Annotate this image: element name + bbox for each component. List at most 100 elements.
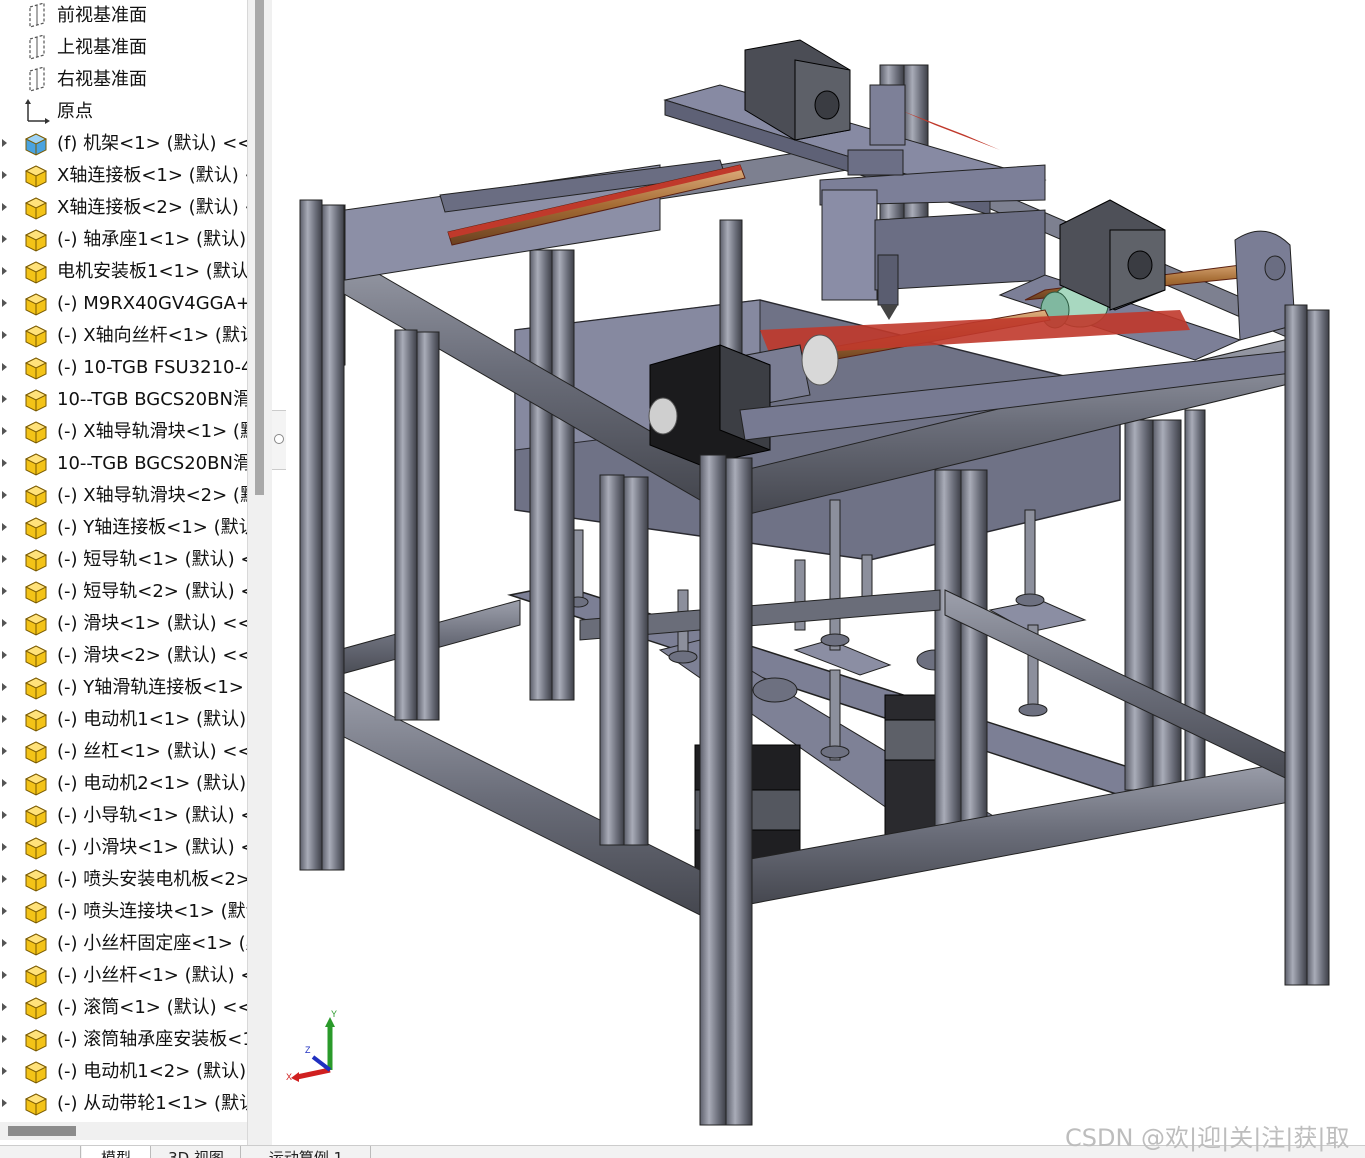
tree-item[interactable]: (-) M9RX40GV4GGA+	[0, 288, 247, 320]
tree-item[interactable]: (-) 小丝杆固定座<1> (默	[0, 928, 247, 960]
tree-item[interactable]: (-) 从动带轮1<1> (默认	[0, 1088, 247, 1120]
expand-arrow-icon[interactable]	[2, 203, 7, 211]
tree-item[interactable]: (-) Y轴滑轨连接板<1> (	[0, 672, 247, 704]
expand-arrow-icon[interactable]	[2, 395, 7, 403]
tree-item[interactable]: (-) Y轴连接板<1> (默认	[0, 512, 247, 544]
tree-item[interactable]: (-) 轴承座1<1> (默认) <	[0, 224, 247, 256]
expand-arrow-icon[interactable]	[2, 779, 7, 787]
part-icon	[22, 1091, 50, 1117]
tree-item[interactable]: 电机安装板1<1> (默认)	[0, 256, 247, 288]
tree-item[interactable]: (-) 短导轨<1> (默认) <	[0, 544, 247, 576]
tree-item-label: (-) 短导轨<1> (默认) <	[57, 549, 247, 570]
tree-item[interactable]: (f) 机架<1> (默认) <<默	[0, 128, 247, 160]
tree-item[interactable]: 右视基准面	[0, 64, 247, 96]
tree-item[interactable]: (-) 喷头连接块<1> (默认	[0, 896, 247, 928]
expand-arrow-icon[interactable]	[2, 811, 7, 819]
tab-motion-study[interactable]: 运动算例 1	[242, 1146, 371, 1158]
expand-arrow-icon[interactable]	[2, 683, 7, 691]
expand-arrow-icon[interactable]	[2, 971, 7, 979]
origin-icon	[22, 99, 50, 125]
tree-item-label: (-) 电动机2<1> (默认) <	[57, 773, 247, 794]
expand-arrow-icon[interactable]	[2, 491, 7, 499]
tree-item[interactable]: (-) X轴导轨滑块<2> (默	[0, 480, 247, 512]
part-icon	[22, 835, 50, 861]
tree-item[interactable]: 上视基准面	[0, 32, 247, 64]
expand-arrow-icon[interactable]	[2, 907, 7, 915]
tree-item[interactable]: (-) 10-TGB FSU3210-4	[0, 352, 247, 384]
tree-item[interactable]: (-) 电动机2<1> (默认) <	[0, 768, 247, 800]
expand-arrow-icon[interactable]	[2, 363, 7, 371]
part-icon	[22, 419, 50, 445]
expand-arrow-icon[interactable]	[2, 1003, 7, 1011]
expand-arrow-icon[interactable]	[2, 587, 7, 595]
graphics-viewport[interactable]	[286, 0, 1365, 1145]
tree-item-label: (-) X轴导轨滑块<1> (默	[57, 421, 247, 442]
expand-arrow-icon[interactable]	[2, 715, 7, 723]
expand-arrow-icon[interactable]	[2, 1035, 7, 1043]
tree-vertical-scrollbar[interactable]	[247, 0, 272, 1150]
part-icon	[22, 867, 50, 893]
tree-item[interactable]: (-) 丝杠<1> (默认) <<默	[0, 736, 247, 768]
tree-item-label: X轴连接板<2> (默认) <	[57, 197, 247, 218]
expand-arrow-icon[interactable]	[2, 171, 7, 179]
expand-arrow-icon[interactable]	[2, 1067, 7, 1075]
tree-scroll-thumb[interactable]	[255, 0, 264, 495]
tree-item[interactable]: (-) 电动机1<2> (默认) <	[0, 1056, 247, 1088]
tree-item[interactable]: (-) 小滑块<1> (默认) <	[0, 832, 247, 864]
tree-item[interactable]: (-) 滚筒轴承座安装板<1	[0, 1024, 247, 1056]
tree-item[interactable]: (-) 电动机1<1> (默认) <	[0, 704, 247, 736]
part-icon	[22, 387, 50, 413]
expand-arrow-icon[interactable]	[2, 747, 7, 755]
expand-arrow-icon[interactable]	[2, 331, 7, 339]
expand-arrow-icon[interactable]	[2, 427, 7, 435]
expand-arrow-icon[interactable]	[2, 875, 7, 883]
tree-item[interactable]: 原点	[0, 96, 247, 128]
tree-hscroll-thumb[interactable]	[8, 1126, 76, 1136]
expand-arrow-icon[interactable]	[2, 267, 7, 275]
part-icon	[22, 451, 50, 477]
tab-3d-view[interactable]: 3D 视图	[152, 1146, 241, 1158]
part-icon	[22, 259, 50, 285]
expand-arrow-icon[interactable]	[2, 843, 7, 851]
tree-item[interactable]: 前视基准面	[0, 0, 247, 32]
expand-arrow-icon[interactable]	[2, 1099, 7, 1107]
expand-arrow-icon[interactable]	[2, 939, 7, 947]
tree-item-label: (-) X轴向丝杆<1> (默认	[57, 325, 247, 346]
part-icon	[22, 323, 50, 349]
tree-item-label: (-) 喷头安装电机板<2>	[57, 869, 247, 890]
tree-item-label: (-) 滑块<2> (默认) <<默	[57, 645, 247, 666]
plane-icon	[22, 34, 50, 61]
expand-arrow-icon[interactable]	[2, 235, 7, 243]
tree-horizontal-scrollbar[interactable]	[0, 1122, 247, 1140]
tree-item-label: (-) 小丝杆<1> (默认) <	[57, 965, 247, 986]
expand-arrow-icon[interactable]	[2, 299, 7, 307]
tree-item[interactable]: (-) 小导轨<1> (默认) <	[0, 800, 247, 832]
tree-item-label: (-) 10-TGB FSU3210-4	[57, 357, 247, 378]
tree-item[interactable]: (-) X轴导轨滑块<1> (默	[0, 416, 247, 448]
tab-model[interactable]: 模型	[82, 1146, 151, 1158]
tree-item[interactable]: (-) 喷头安装电机板<2>	[0, 864, 247, 896]
tree-item-label: (-) 丝杠<1> (默认) <<默	[57, 741, 247, 762]
expand-arrow-icon[interactable]	[2, 139, 7, 147]
expand-arrow-icon[interactable]	[2, 619, 7, 627]
tree-item[interactable]: (-) 短导轨<2> (默认) <	[0, 576, 247, 608]
expand-arrow-icon[interactable]	[2, 651, 7, 659]
tree-item[interactable]: (-) X轴向丝杆<1> (默认	[0, 320, 247, 352]
tree-item[interactable]: (-) 滚筒<1> (默认) <<默	[0, 992, 247, 1024]
expand-arrow-icon[interactable]	[2, 523, 7, 531]
tree-item[interactable]: X轴连接板<2> (默认) <	[0, 192, 247, 224]
tree-item-label: (-) 从动带轮1<1> (默认	[57, 1093, 247, 1114]
tree-item-label: (-) 短导轨<2> (默认) <	[57, 581, 247, 602]
tree-item[interactable]: 10--TGB BGCS20BN滑	[0, 384, 247, 416]
panel-splitter-handle[interactable]	[272, 410, 287, 470]
plane-icon	[22, 2, 50, 29]
tree-item-label: (-) 滚筒轴承座安装板<1	[57, 1029, 247, 1050]
tree-item[interactable]: (-) 滑块<2> (默认) <<默	[0, 640, 247, 672]
x-axis-arrow	[296, 1067, 331, 1080]
tree-item[interactable]: (-) 滑块<1> (默认) <<默	[0, 608, 247, 640]
tree-item[interactable]: (-) 小丝杆<1> (默认) <	[0, 960, 247, 992]
tree-item[interactable]: X轴连接板<1> (默认) <	[0, 160, 247, 192]
expand-arrow-icon[interactable]	[2, 459, 7, 467]
tree-item[interactable]: 10--TGB BGCS20BN滑	[0, 448, 247, 480]
expand-arrow-icon[interactable]	[2, 555, 7, 563]
